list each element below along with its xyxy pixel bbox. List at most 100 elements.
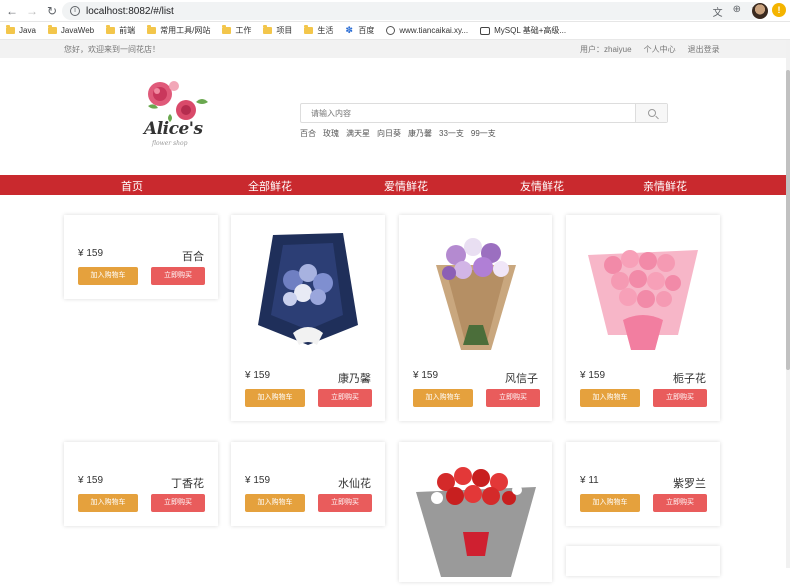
browser-toolbar: ← → ↻ i localhost:8082/#/list 文 ⊕ ☆ ! [0, 0, 790, 22]
add-to-cart-button[interactable]: 加入购物车 [78, 267, 138, 285]
back-icon[interactable]: ← [4, 3, 20, 19]
hot-search-terms: 百合 玫瑰 满天星 向日葵 康乃馨 33一支 99一支 [300, 128, 496, 139]
blue-bouquet-image [258, 233, 358, 345]
product-name: 栀子花 [673, 373, 706, 385]
update-badge-icon[interactable]: ! [772, 3, 786, 17]
buy-now-button[interactable]: 立即购买 [486, 389, 540, 407]
product-price: ¥ 159 [78, 248, 104, 259]
nav-family-flowers[interactable]: 亲情鲜花 [643, 178, 687, 194]
bookmark-frontend[interactable]: 前端 [106, 25, 135, 36]
product-name: 康乃馨 [338, 373, 371, 385]
add-to-cart-button[interactable]: 加入购物车 [78, 494, 138, 512]
buy-now-button[interactable]: 立即购买 [653, 494, 707, 512]
bookmark-javaweb[interactable]: JavaWeb [47, 25, 94, 35]
product-card-carnation[interactable]: ¥ 159 康乃馨 加入购物车 立即购买 [231, 215, 385, 421]
product-card-partial[interactable] [566, 546, 720, 576]
folder-icon [47, 25, 57, 34]
folder-icon [222, 25, 232, 34]
product-card-gardenia[interactable]: ¥ 159 栀子花 加入购物车 立即购买 [566, 215, 720, 421]
bookmark-tools[interactable]: 常用工具/网站 [147, 25, 210, 36]
add-to-cart-button[interactable]: 加入购物车 [580, 494, 640, 512]
info-icon[interactable]: i [70, 6, 80, 16]
product-card-red-rose[interactable] [399, 442, 552, 582]
add-to-cart-button[interactable]: 加入购物车 [245, 494, 305, 512]
nav-love-flowers[interactable]: 爱情鲜花 [384, 178, 428, 194]
buy-now-button[interactable]: 立即购买 [151, 494, 205, 512]
hot-term[interactable]: 百合 [300, 128, 316, 139]
product-price: ¥ 159 [413, 370, 439, 381]
folder-icon [147, 25, 157, 34]
logo-text: Alice's [144, 119, 203, 139]
search-input[interactable] [301, 104, 635, 122]
hot-term[interactable]: 99一支 [471, 128, 496, 139]
product-card-lilac[interactable]: ¥ 159 丁香花 加入购物车 立即购买 [64, 442, 218, 526]
buy-now-button[interactable]: 立即购买 [318, 494, 372, 512]
buy-now-button[interactable]: 立即购买 [151, 267, 205, 285]
product-card-narcissus[interactable]: ¥ 159 水仙花 加入购物车 立即购买 [231, 442, 385, 526]
folder-icon [304, 25, 314, 34]
search-icon [647, 109, 656, 117]
product-card-lily[interactable]: ¥ 159 百合 加入购物车 立即购买 [64, 215, 218, 299]
product-name: 丁香花 [171, 478, 204, 490]
purple-bouquet-image [436, 238, 516, 350]
bookmark-life[interactable]: 生活 [304, 25, 333, 36]
add-to-cart-button[interactable]: 加入购物车 [580, 389, 640, 407]
translate-icon[interactable]: 文 [713, 4, 723, 19]
bookmarks-bar: Java JavaWeb 前端 常用工具/网站 工作 项目 生活 ✽ 百度 www… [0, 22, 790, 40]
bookmark-tiancaikai[interactable]: www.tiancaikai.xy... [386, 26, 468, 35]
folder-icon [263, 25, 273, 34]
product-card-violet[interactable]: ¥ 11 紫罗兰 加入购物车 立即购买 [566, 442, 720, 526]
add-to-cart-button[interactable]: 加入购物车 [413, 389, 473, 407]
hot-term[interactable]: 玫瑰 [323, 128, 339, 139]
product-name: 紫罗兰 [673, 478, 706, 490]
nav-home[interactable]: 首页 [121, 178, 143, 194]
page-scrollbar[interactable] [786, 40, 790, 568]
folder-icon [6, 25, 15, 34]
main-nav: 首页 全部鲜花 爱情鲜花 友情鲜花 亲情鲜花 [0, 175, 786, 195]
address-bar[interactable]: i localhost:8082/#/list [62, 2, 762, 20]
zoom-icon[interactable]: ⊕ [733, 4, 741, 19]
bookmark-mysql[interactable]: MySQL 基础+高级... [480, 25, 566, 36]
search-button[interactable] [635, 104, 667, 122]
hot-term[interactable]: 向日葵 [377, 128, 401, 139]
globe-icon [386, 26, 396, 35]
site-top-bar: 您好，欢迎来到一间花店！ 用户：zhaiyue 个人中心 退出登录 [0, 40, 786, 58]
nav-friendship-flowers[interactable]: 友情鲜花 [520, 178, 564, 194]
red-rose-bouquet-image [416, 467, 536, 577]
reload-icon[interactable]: ↻ [44, 3, 60, 19]
nav-all-flowers[interactable]: 全部鲜花 [248, 178, 292, 194]
pink-rose-bouquet-image [588, 250, 698, 350]
hot-term[interactable]: 33一支 [439, 128, 464, 139]
personal-center-link[interactable]: 个人中心 [644, 44, 676, 55]
user-links: 用户：zhaiyue 个人中心 退出登录 [580, 44, 720, 55]
forward-icon[interactable]: → [24, 3, 40, 19]
product-price: ¥ 159 [245, 370, 271, 381]
product-card-hyacinth[interactable]: ¥ 159 风信子 加入购物车 立即购买 [399, 215, 552, 421]
add-to-cart-button[interactable]: 加入购物车 [245, 389, 305, 407]
scrollbar-thumb[interactable] [786, 70, 790, 370]
hot-term[interactable]: 康乃馨 [408, 128, 432, 139]
baidu-paw-icon: ✽ [345, 25, 353, 35]
hot-term[interactable]: 满天星 [346, 128, 370, 139]
profile-avatar-icon[interactable] [752, 3, 768, 19]
username-label: 用户：zhaiyue [580, 45, 632, 54]
logout-link[interactable]: 退出登录 [688, 44, 720, 55]
product-name: 百合 [182, 251, 204, 263]
product-price: ¥ 159 [78, 475, 104, 486]
welcome-text: 您好，欢迎来到一间花店！ [64, 45, 160, 54]
buy-now-button[interactable]: 立即购买 [653, 389, 707, 407]
product-name: 风信子 [505, 373, 538, 385]
folder-icon [106, 25, 116, 34]
video-icon [480, 26, 491, 35]
logo-subtitle: flower shop [152, 140, 188, 147]
product-price: ¥ 159 [580, 370, 606, 381]
bookmark-work[interactable]: 工作 [222, 25, 251, 36]
bookmark-java[interactable]: Java [6, 25, 36, 35]
buy-now-button[interactable]: 立即购买 [318, 389, 372, 407]
product-price: ¥ 159 [245, 475, 271, 486]
bookmark-projects[interactable]: 项目 [263, 25, 292, 36]
product-name: 水仙花 [338, 478, 371, 490]
bookmark-baidu[interactable]: ✽ 百度 [345, 25, 374, 36]
url-text: localhost:8082/#/list [86, 5, 174, 17]
search-box [300, 103, 668, 123]
